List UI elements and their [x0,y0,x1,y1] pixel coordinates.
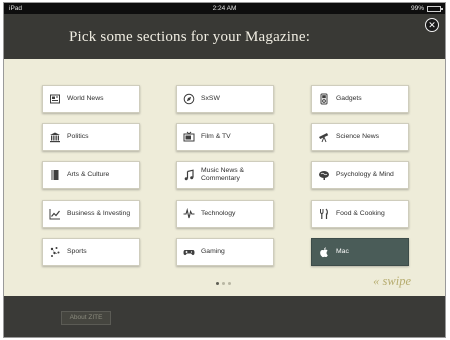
status-bar: iPad 2:24 AM 99% [4,3,445,14]
section-label: SxSW [201,95,220,102]
section-tile-politics[interactable]: Politics [42,123,140,151]
section-tile-science-news[interactable]: Science News [311,123,409,151]
tv-icon [177,124,201,150]
section-label: Business & Investing [67,210,131,217]
brain-icon [312,162,336,188]
page-dot-2[interactable] [222,282,225,285]
section-label: Music News & Commentary [201,167,245,182]
page-indicator [216,282,231,285]
section-tile-gaming[interactable]: Gaming [176,238,274,266]
page-title: Pick some sections for your Magazine: [69,29,311,45]
section-tile-psychology[interactable]: Psychology & Mind [311,161,409,189]
battery-percent: 99% [410,5,424,12]
section-label: Technology [201,210,236,217]
section-label: Sports [67,248,87,255]
battery-status: 99% [410,3,443,14]
page-dot-3[interactable] [228,282,231,285]
battery-icon [427,5,443,12]
section-tile-arts-culture[interactable]: Arts & Culture [42,161,140,189]
section-picker: World News SxSW Gadgets Politics Film & … [4,59,445,296]
status-time: 2:24 AM [212,5,237,12]
section-label: Film & TV [201,133,231,140]
compass-icon [177,86,201,112]
header-bar: Pick some sections for your Magazine: ✕ [4,14,445,59]
page-dot-1[interactable] [216,282,219,285]
footer-bar: About ZITE [4,296,445,337]
book-icon [43,162,67,188]
section-label: Science News [336,133,380,140]
apple-icon [312,239,336,265]
section-label: World News [67,95,104,102]
app-window: iPad 2:24 AM 99% Pick some sections for … [3,2,446,338]
ipod-icon [312,86,336,112]
section-tile-gadgets[interactable]: Gadgets [311,85,409,113]
section-tile-business[interactable]: Business & Investing [42,200,140,228]
section-tile-world-news[interactable]: World News [42,85,140,113]
section-tile-sxsw[interactable]: SxSW [176,85,274,113]
swipe-hint: « swipe [373,274,411,288]
section-tile-food-cooking[interactable]: Food & Cooking [311,200,409,228]
section-tile-music-news[interactable]: Music News & Commentary [176,161,274,189]
fork-knife-icon [312,201,336,227]
section-tile-mac[interactable]: Mac [311,238,409,266]
capitol-icon [43,124,67,150]
section-label: Psychology & Mind [336,171,394,178]
section-tile-film-tv[interactable]: Film & TV [176,123,274,151]
about-button[interactable]: About ZITE [61,311,111,325]
close-icon: ✕ [428,19,436,30]
section-label: Politics [67,133,89,140]
section-label: Gaming [201,248,225,255]
gamepad-icon [177,239,201,265]
section-tile-technology[interactable]: Technology [176,200,274,228]
section-label: Food & Cooking [336,210,385,217]
close-button[interactable]: ✕ [425,18,439,32]
chart-icon [43,201,67,227]
section-tile-sports[interactable]: Sports [42,238,140,266]
music-note-icon [177,162,201,188]
newspaper-icon [43,86,67,112]
section-label: Gadgets [336,95,362,102]
sports-icon [43,239,67,265]
section-label: Arts & Culture [67,171,110,178]
section-label: Mac [336,248,349,255]
waveform-icon [177,201,201,227]
telescope-icon [312,124,336,150]
